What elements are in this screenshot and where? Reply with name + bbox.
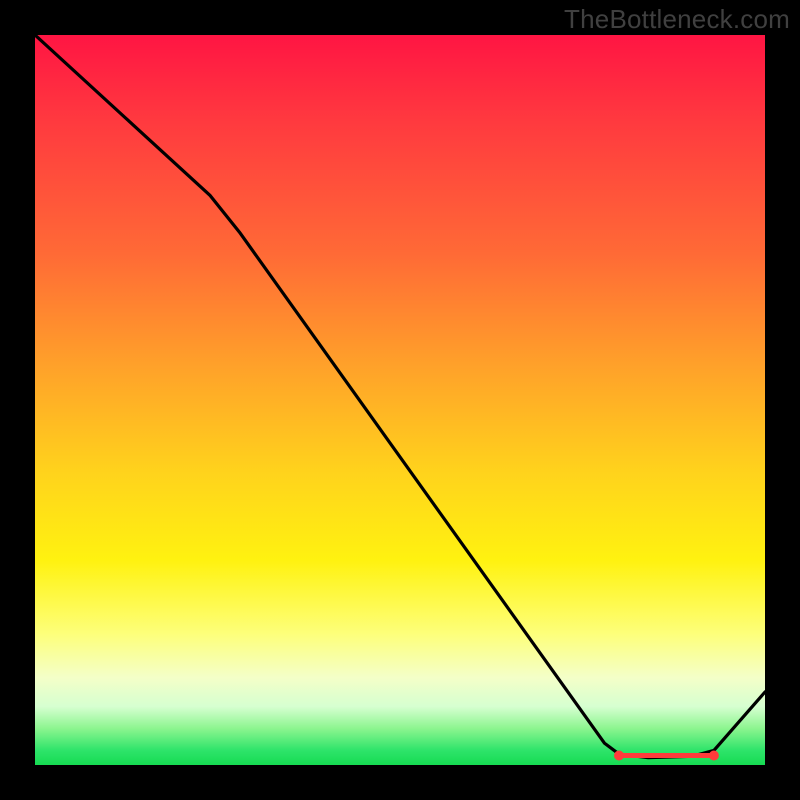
flat-marker-dot-right <box>709 751 719 761</box>
curve-path <box>35 35 765 758</box>
watermark-text: TheBottleneck.com <box>564 4 790 35</box>
chart-frame: TheBottleneck.com <box>0 0 800 800</box>
flat-marker-dot-left <box>614 751 624 761</box>
chart-svg <box>35 35 765 765</box>
